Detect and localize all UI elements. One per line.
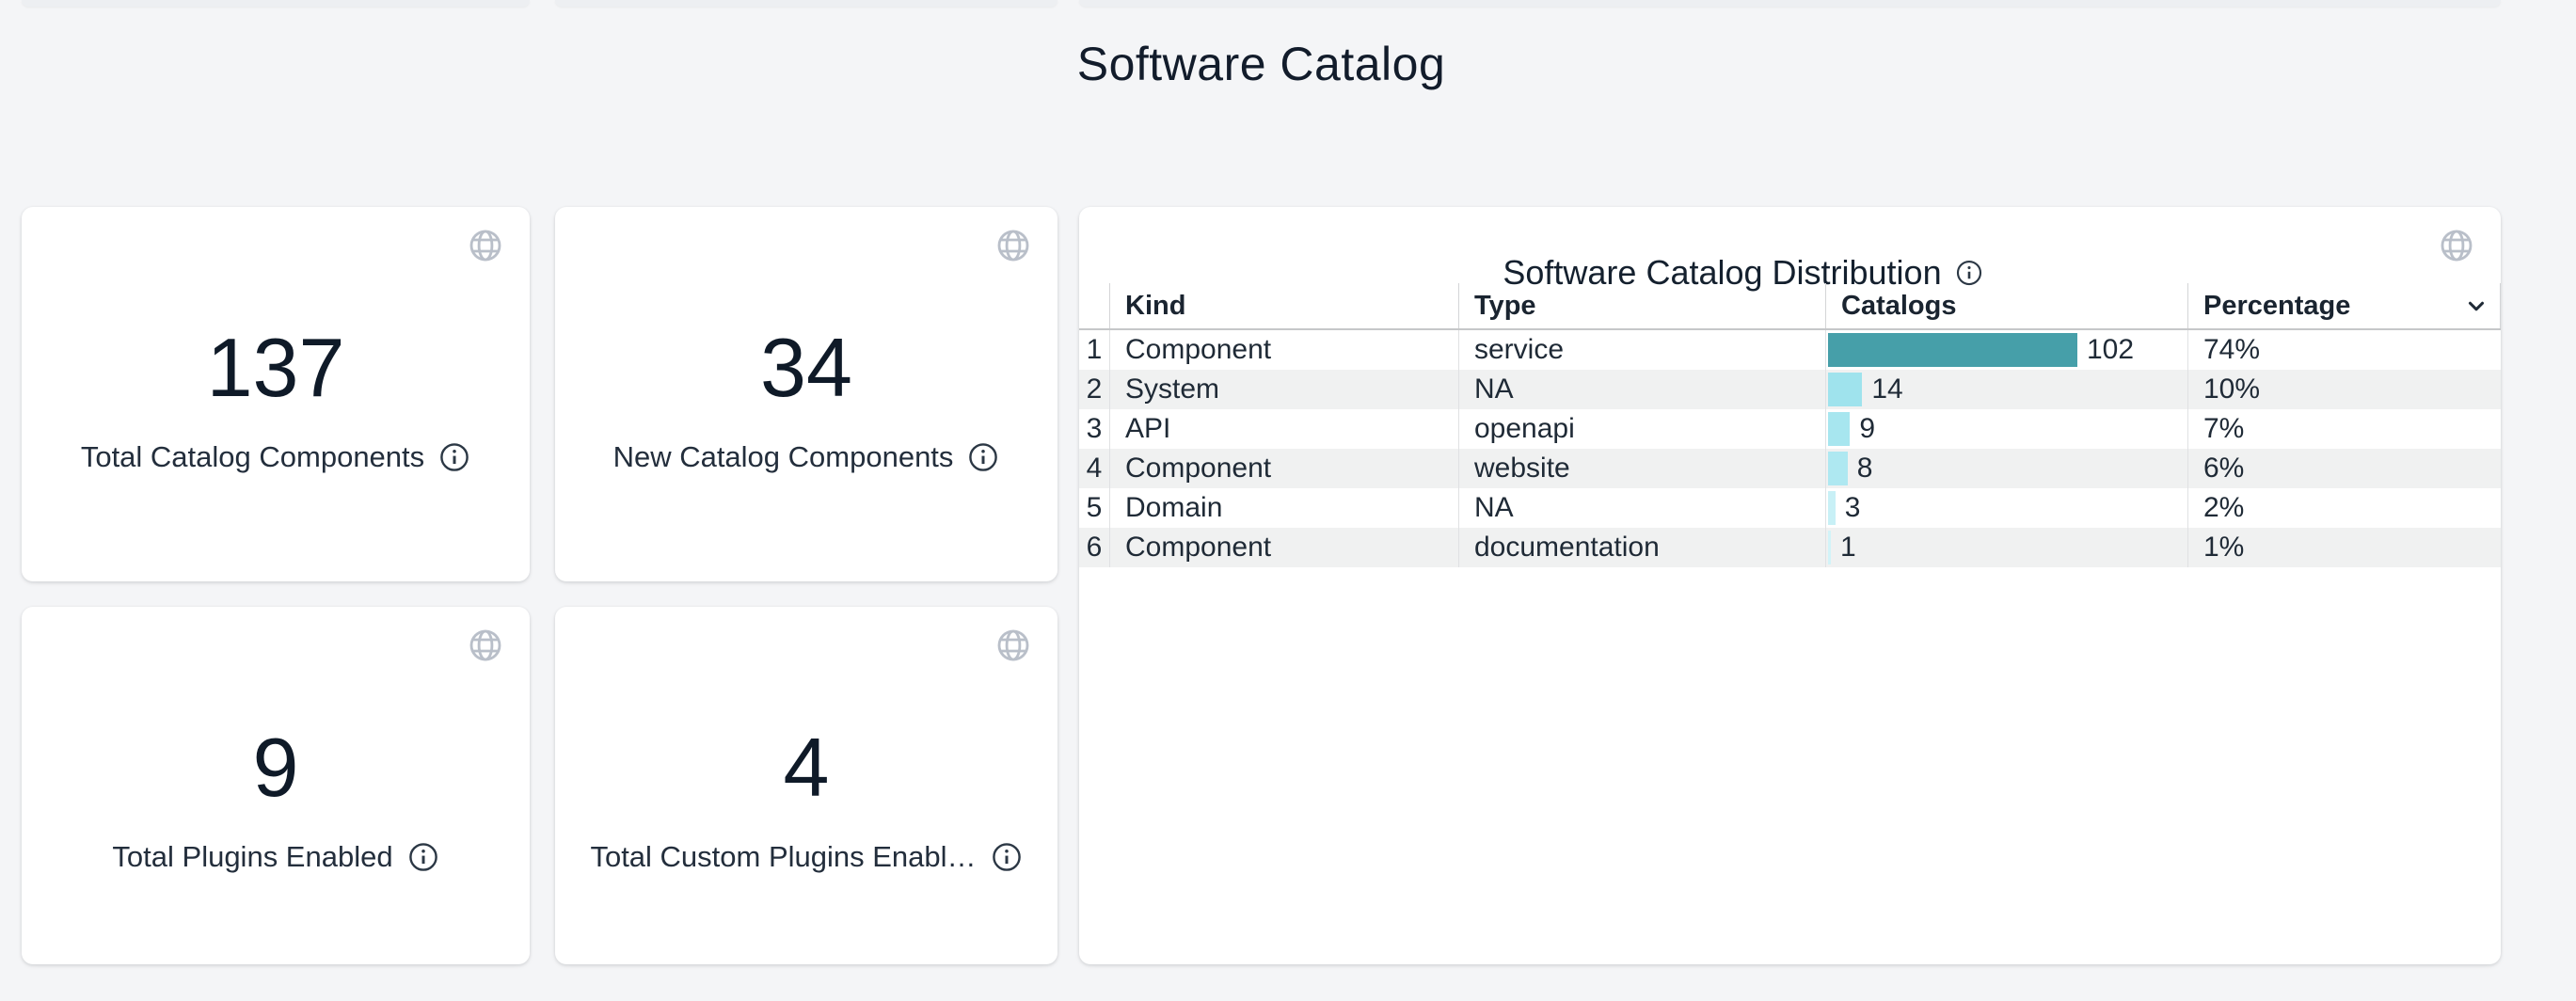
globe-icon[interactable]	[996, 229, 1030, 262]
cell-percentage: 2%	[2187, 488, 2501, 528]
catalogs-bar	[1828, 531, 1831, 564]
globe-icon[interactable]	[996, 628, 1030, 662]
catalogs-value: 8	[1857, 453, 1873, 485]
table-row: 2 System NA 14 10%	[1079, 370, 2501, 409]
globe-icon[interactable]	[469, 229, 502, 262]
info-icon[interactable]	[407, 841, 439, 873]
cell-rank: 2	[1079, 370, 1109, 409]
dashboard: Software Catalog 137 Total Catalog Compo…	[0, 0, 2576, 1001]
header-kind[interactable]: Kind	[1109, 283, 1458, 328]
header-type[interactable]: Type	[1458, 283, 1825, 328]
scrolled-panel-edge	[1079, 0, 2501, 7]
catalogs-value: 3	[1845, 492, 1861, 524]
cell-kind: Component	[1109, 528, 1458, 567]
header-percentage[interactable]: Percentage	[2187, 283, 2501, 328]
cell-catalogs: 14	[1825, 370, 2187, 409]
cell-percentage: 74%	[2187, 330, 2501, 370]
stat-label: New Catalog Components	[613, 440, 954, 474]
stat-label: Total Plugins Enabled	[112, 840, 392, 874]
info-icon[interactable]	[967, 441, 999, 473]
panel-software-catalog-distribution: Software Catalog Distribution Kind Type …	[1079, 207, 2501, 964]
cell-rank: 4	[1079, 449, 1109, 488]
stat-value: 9	[22, 716, 530, 819]
table-row: 4 Component website 8 6%	[1079, 449, 2501, 488]
globe-icon[interactable]	[2440, 229, 2473, 262]
cell-type: service	[1458, 330, 1825, 370]
stat-card-total-custom-plugins-enabled: 4 Total Custom Plugins Enabl…	[555, 607, 1057, 964]
info-icon[interactable]	[438, 441, 470, 473]
catalogs-bar	[1828, 452, 1848, 485]
cell-percentage: 10%	[2187, 370, 2501, 409]
stat-label: Total Catalog Components	[81, 440, 424, 474]
stat-card-total-catalog-components: 137 Total Catalog Components	[22, 207, 530, 581]
scrolled-panel-edge	[555, 0, 1057, 7]
cell-percentage: 1%	[2187, 528, 2501, 567]
cell-rank: 6	[1079, 528, 1109, 567]
scrolled-panel-edge	[22, 0, 530, 7]
table-header-row: Kind Type Catalogs Percentage	[1079, 283, 2501, 330]
catalogs-bar	[1828, 333, 2077, 367]
table-row: 3 API openapi 9 7%	[1079, 409, 2501, 449]
cell-kind: API	[1109, 409, 1458, 449]
catalogs-bar	[1828, 373, 1862, 406]
table-row: 6 Component documentation 1 1%	[1079, 528, 2501, 567]
catalogs-value: 1	[1840, 532, 1856, 564]
cell-kind: Domain	[1109, 488, 1458, 528]
cell-catalogs: 102	[1825, 330, 2187, 370]
header-index	[1079, 283, 1109, 328]
cell-type: NA	[1458, 488, 1825, 528]
catalogs-value: 102	[2087, 334, 2134, 366]
catalogs-value: 14	[1871, 373, 1902, 405]
cell-catalogs: 3	[1825, 488, 2187, 528]
table-row: 1 Component service 102 74%	[1079, 330, 2501, 370]
header-catalogs[interactable]: Catalogs	[1825, 283, 2187, 328]
cell-percentage: 6%	[2187, 449, 2501, 488]
cell-kind: Component	[1109, 330, 1458, 370]
cell-catalogs: 1	[1825, 528, 2187, 567]
cell-rank: 1	[1079, 330, 1109, 370]
stat-label: Total Custom Plugins Enabl…	[590, 840, 976, 874]
cell-percentage: 7%	[2187, 409, 2501, 449]
table-row: 5 Domain NA 3 2%	[1079, 488, 2501, 528]
catalogs-bar	[1828, 491, 1836, 525]
cell-type: website	[1458, 449, 1825, 488]
globe-icon[interactable]	[469, 628, 502, 662]
cell-rank: 5	[1079, 488, 1109, 528]
cell-catalogs: 9	[1825, 409, 2187, 449]
cell-kind: Component	[1109, 449, 1458, 488]
catalogs-value: 9	[1859, 413, 1875, 445]
stat-value: 4	[555, 716, 1057, 819]
cell-catalogs: 8	[1825, 449, 2187, 488]
stat-value: 137	[22, 316, 530, 420]
info-icon[interactable]	[991, 841, 1023, 873]
cell-type: documentation	[1458, 528, 1825, 567]
distribution-table: Kind Type Catalogs Percentage 1 Componen…	[1079, 283, 2501, 567]
chevron-down-icon	[2464, 294, 2489, 318]
header-percentage-label: Percentage	[2203, 291, 2350, 322]
cell-kind: System	[1109, 370, 1458, 409]
cell-type: NA	[1458, 370, 1825, 409]
catalogs-bar	[1828, 412, 1850, 446]
stat-value: 34	[555, 316, 1057, 420]
cell-rank: 3	[1079, 409, 1109, 449]
stat-card-total-plugins-enabled: 9 Total Plugins Enabled	[22, 607, 530, 964]
stat-card-new-catalog-components: 34 New Catalog Components	[555, 207, 1057, 581]
cell-type: openapi	[1458, 409, 1825, 449]
page-title: Software Catalog	[22, 34, 2501, 95]
